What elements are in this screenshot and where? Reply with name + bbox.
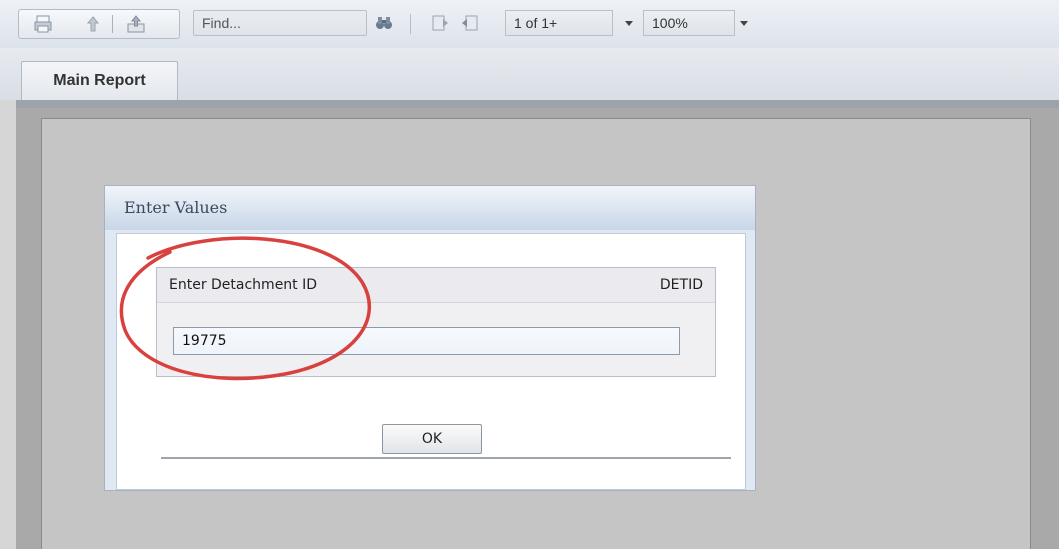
dialog-header: Enter Values [105,186,755,230]
content-top-border [16,100,1059,108]
dialog-title: Enter Values [124,198,228,217]
zoom-select[interactable]: 100% [643,10,735,36]
arrow-up-icon[interactable] [83,14,103,34]
parameter-panel: Enter Detachment ID DETID [156,267,716,377]
toolbar: 1 of 1+ 100% [0,0,1059,49]
find-input[interactable] [193,10,367,36]
page-indicator[interactable]: 1 of 1+ [505,10,613,36]
zoom-dropdown-caret[interactable] [740,21,748,26]
toolbar-separator [112,15,113,33]
parameter-code: DETID [659,277,703,293]
page-dropdown-caret[interactable] [625,21,633,26]
tab-main-report[interactable]: Main Report [21,61,178,100]
page-next-icon[interactable] [460,13,480,33]
page-previous-icon[interactable] [430,13,450,33]
toolbar-separator [410,14,411,34]
dialog-divider [161,457,731,459]
printer-icon[interactable] [33,14,53,34]
binoculars-icon[interactable] [374,13,394,33]
ok-button[interactable]: OK [382,424,482,454]
left-gutter [0,100,16,549]
export-icon[interactable] [126,14,146,34]
toolbar-button-group [18,9,180,39]
detachment-id-input[interactable] [173,327,680,355]
parameter-label: Enter Detachment ID [169,277,318,293]
parameter-header: Enter Detachment ID DETID [157,268,715,303]
